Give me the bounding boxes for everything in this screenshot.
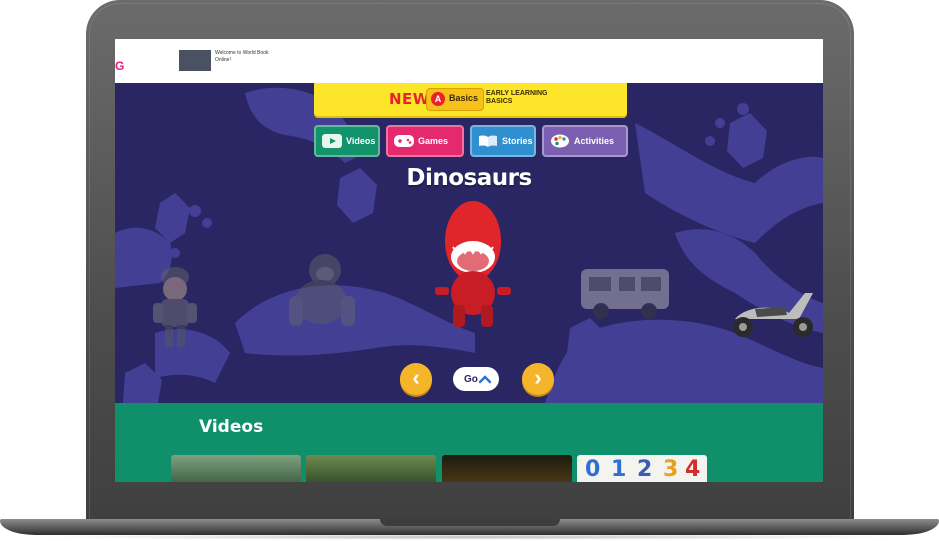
hiker-kid-character[interactable] — [147, 261, 203, 353]
banner-description: EARLY LEARNING BASICS — [486, 90, 548, 105]
tab-games[interactable]: Games — [386, 125, 464, 157]
basics-label: Basics — [449, 93, 479, 103]
t-rex-character[interactable] — [431, 201, 515, 333]
go-button[interactable]: Go — [453, 367, 499, 391]
go-label: Go — [464, 374, 478, 385]
video-icon — [322, 134, 342, 148]
digit-label: 1 — [611, 457, 627, 482]
video-thumbnail[interactable] — [306, 455, 436, 482]
new-label: NEW — [389, 90, 430, 108]
chevron-right-icon: › — [534, 365, 542, 390]
tab-games-label: Games — [418, 136, 449, 146]
hero-title: Dinosaurs — [406, 165, 532, 191]
video-thumbnail[interactable] — [171, 455, 301, 482]
arrow-up-icon — [479, 375, 491, 384]
site-logo[interactable]: G — [115, 59, 125, 73]
videos-section: Videos 0 1 2 3 4 — [115, 403, 823, 482]
tab-videos-label: Videos — [346, 136, 376, 146]
previous-button[interactable]: ‹ — [400, 363, 432, 395]
gorilla-character[interactable] — [283, 248, 363, 332]
site-header: G Welcome to World Book Online! — [115, 39, 823, 84]
user-avatar[interactable] — [179, 50, 211, 71]
digit-label: 3 — [663, 457, 679, 482]
laptop-shadow — [40, 534, 900, 540]
book-icon — [479, 135, 497, 147]
next-button[interactable]: › — [522, 363, 554, 395]
digit-label: 2 — [637, 457, 653, 482]
early-learning-banner[interactable]: NEW A Basics EARLY LEARNING BASICS — [314, 83, 627, 116]
gamepad-icon — [394, 135, 414, 147]
chevron-left-icon: ‹ — [412, 365, 420, 390]
tab-activities-label: Activities — [574, 136, 615, 146]
videos-section-title: Videos — [199, 417, 264, 437]
tab-stories-label: Stories — [502, 136, 533, 146]
camper-van-character[interactable] — [579, 263, 671, 321]
scooter-character[interactable] — [727, 279, 819, 341]
laptop-screen: G Welcome to World Book Online! NEW A Ba… — [115, 39, 823, 482]
tab-stories[interactable]: Stories — [470, 125, 536, 157]
digit-label: 4 — [685, 457, 701, 482]
laptop-notch — [380, 519, 560, 526]
video-thumbnail[interactable]: 0 1 2 3 4 — [577, 455, 707, 482]
digit-label: 0 — [585, 457, 601, 482]
tab-activities[interactable]: Activities — [542, 125, 628, 157]
basics-badge: A Basics — [426, 88, 484, 111]
basics-letter-icon: A — [431, 92, 445, 106]
palette-icon — [551, 134, 569, 148]
welcome-message: Welcome to World Book Online! — [215, 50, 269, 63]
video-thumbnail[interactable] — [442, 455, 572, 482]
hero-section: NEW A Basics EARLY LEARNING BASICS Video… — [115, 83, 823, 403]
tab-videos[interactable]: Videos — [314, 125, 380, 157]
category-tabs: Videos Games Stories Activities — [314, 125, 634, 157]
